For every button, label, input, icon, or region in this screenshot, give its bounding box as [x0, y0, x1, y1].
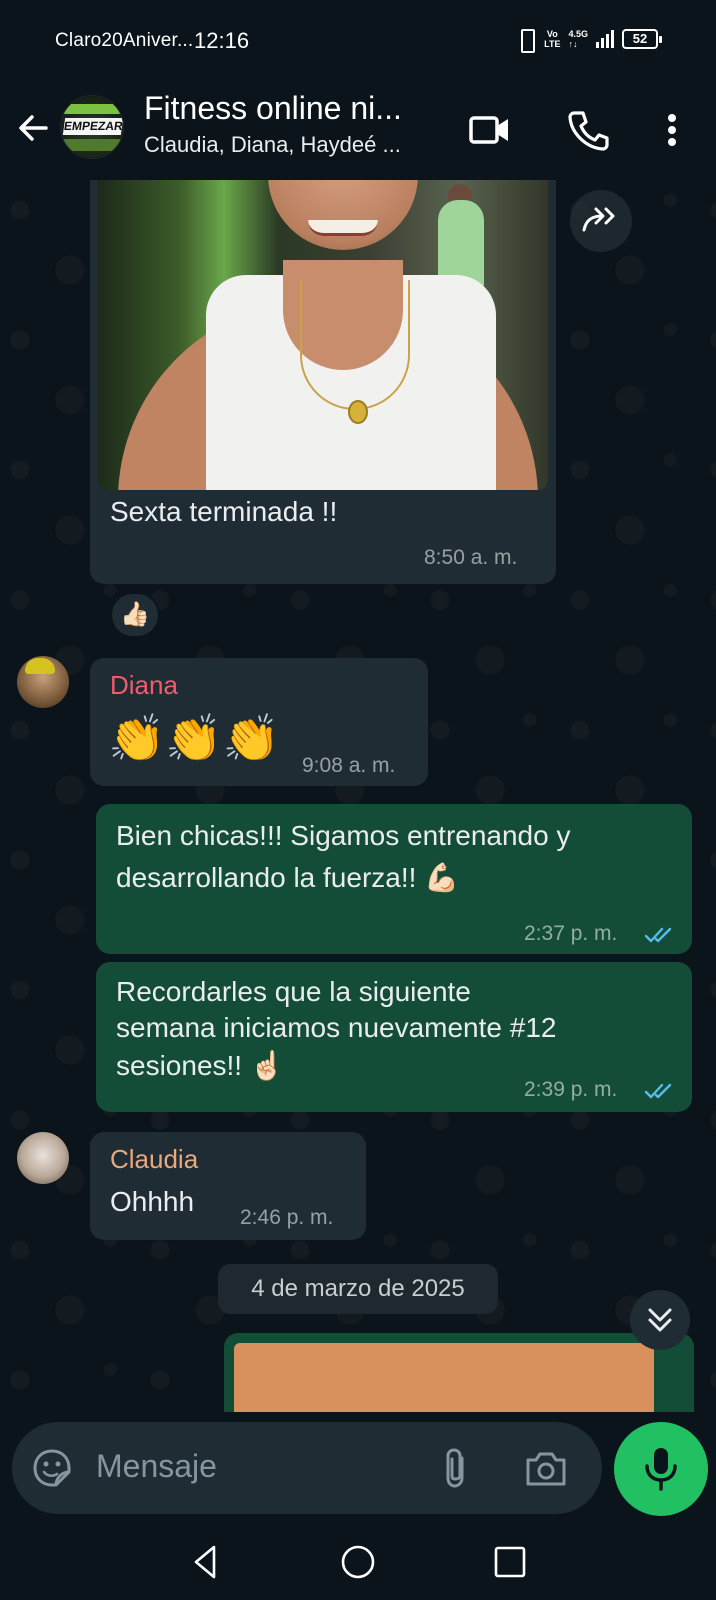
- chat-area[interactable]: Sexta terminada !! 8:50 a. m. 👍🏻 Diana 👏…: [0, 180, 716, 1412]
- date-separator: 4 de marzo de 2025: [218, 1264, 498, 1314]
- scroll-to-bottom-button[interactable]: [630, 1290, 690, 1350]
- phone-icon: [568, 111, 609, 151]
- double-chevron-down-icon: [648, 1308, 672, 1332]
- forward-button[interactable]: [570, 190, 632, 252]
- message-text-line: Bien chicas!!! Sigamos entrenando y: [116, 820, 571, 851]
- avatar[interactable]: [17, 1132, 69, 1184]
- message-time: 9:08 a. m.: [302, 754, 396, 777]
- group-name[interactable]: Fitness online ni...: [144, 90, 402, 127]
- message-text: Ohhhh: [110, 1186, 195, 1217]
- nav-home-icon[interactable]: [338, 1542, 378, 1582]
- message-time: 2:37 p. m.: [524, 922, 618, 945]
- sender-name[interactable]: Diana: [110, 670, 178, 701]
- reaction-badge[interactable]: 👍🏻: [110, 592, 160, 638]
- battery-icon: 52: [622, 29, 662, 49]
- carrier-name: Claro20Aniver...: [55, 30, 194, 51]
- read-ticks-icon: [644, 927, 672, 943]
- message-text: 👏👏👏: [108, 712, 280, 764]
- message-text: Sexta terminada !!: [110, 496, 338, 527]
- forward-icon: [582, 207, 615, 232]
- status-bar: Claro20Aniver... 12:16 Vo LTE 4.5G ↑↓ 52: [0, 0, 716, 82]
- read-ticks-icon: [644, 1083, 672, 1099]
- message-input[interactable]: Mensaje: [96, 1448, 217, 1485]
- group-avatar-logo: EMPEZAR: [62, 118, 124, 135]
- message-text-line: desarrollando la fuerza!! 💪🏻: [116, 862, 460, 893]
- group-members[interactable]: Claudia, Diana, Haydeé ...: [144, 132, 401, 158]
- composer-bar: Mensaje: [0, 1412, 716, 1522]
- video-camera-icon: [469, 116, 508, 144]
- nav-back-icon[interactable]: [186, 1542, 226, 1582]
- network-type: 4.5G ↑↓: [568, 29, 588, 49]
- avatar[interactable]: [17, 656, 69, 708]
- voice-call-button[interactable]: [566, 108, 610, 152]
- message-photo[interactable]: [98, 180, 548, 490]
- message-text-line: sesiones!! ☝🏻: [116, 1050, 285, 1081]
- group-avatar[interactable]: EMPEZAR: [60, 95, 124, 159]
- video-call-button[interactable]: [468, 108, 512, 152]
- volte-indicator: Vo LTE: [544, 29, 561, 49]
- sticker-icon[interactable]: [32, 1448, 72, 1488]
- chat-header: EMPEZAR Fitness online ni... Claudia, Di…: [0, 82, 716, 180]
- nav-recents-icon[interactable]: [490, 1542, 530, 1582]
- voice-message-button[interactable]: [614, 1422, 708, 1516]
- vibrate-icon: [516, 28, 536, 53]
- clock: 12:16: [194, 28, 250, 53]
- back-button[interactable]: [14, 108, 54, 148]
- arrow-left-icon: [19, 115, 48, 141]
- menu-button[interactable]: [650, 108, 694, 152]
- sender-name[interactable]: Claudia: [110, 1144, 198, 1175]
- message-time: 2:39 p. m.: [524, 1078, 618, 1101]
- signal-icon: [596, 30, 614, 48]
- microphone-icon: [645, 1448, 677, 1491]
- message-time: 8:50 a. m.: [424, 546, 518, 569]
- status-icons: Vo LTE 4.5G ↑↓ 52: [516, 28, 662, 53]
- message-text-line: semana iniciamos nuevamente #12: [116, 1012, 557, 1043]
- message-input-container[interactable]: Mensaje: [12, 1422, 602, 1514]
- system-nav-bar: [0, 1522, 716, 1600]
- outgoing-image-bubble[interactable]: [224, 1333, 694, 1412]
- paperclip-icon[interactable]: [440, 1446, 470, 1490]
- camera-icon[interactable]: [524, 1448, 568, 1488]
- message-time: 2:46 p. m.: [240, 1206, 334, 1229]
- message-text-line: Recordarles que la siguiente: [116, 976, 471, 1007]
- more-vertical-icon: [668, 114, 676, 146]
- message-photo[interactable]: [234, 1343, 654, 1412]
